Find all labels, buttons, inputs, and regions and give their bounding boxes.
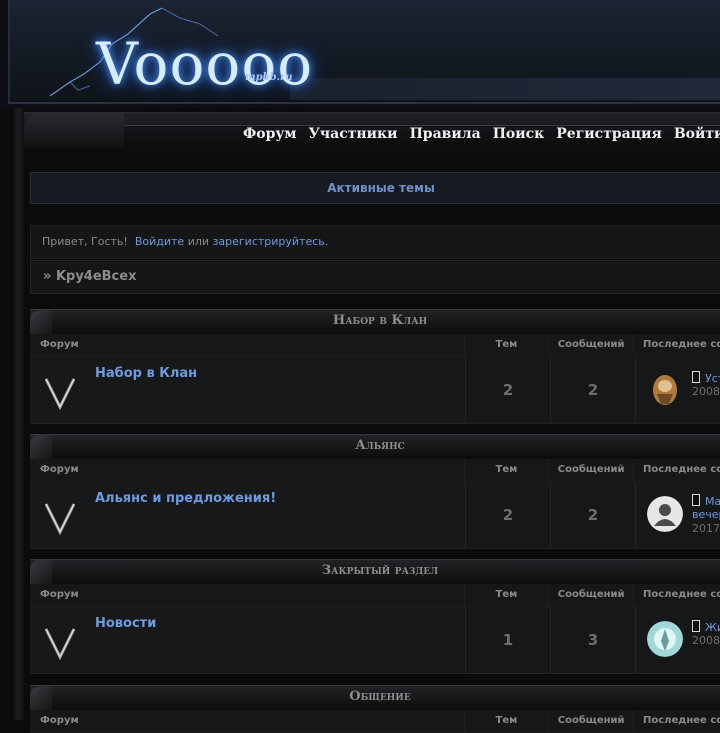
col-last-post: Последнее соо <box>633 710 720 732</box>
breadcrumb: » Kpy4eBcex <box>30 260 720 294</box>
forum-v-icon <box>44 378 76 411</box>
category-header: Общение <box>30 685 720 710</box>
forum-v-icon <box>44 628 76 661</box>
nav-rules[interactable]: Правила <box>410 126 481 142</box>
col-topics: Тем <box>463 459 549 481</box>
col-topics: Тем <box>463 710 549 732</box>
col-forum: Форум <box>40 464 79 475</box>
topics-count: 1 <box>465 607 550 673</box>
col-forum: Форум <box>40 339 79 350</box>
col-posts: Сообщений <box>548 584 633 606</box>
forum-cell: Набор в Клан <box>30 357 465 423</box>
register-link[interactable]: зарегистрируйтесь <box>213 235 325 248</box>
category-header: Набор в Клан <box>30 309 720 334</box>
login-link[interactable]: Войдите <box>135 235 184 248</box>
topics-count: 2 <box>465 357 550 423</box>
category-alliance: Альянс Форум Тем Сообщений Последнее соо… <box>30 434 720 549</box>
category-closed: Закрытый раздел Форум Тем Сообщений Посл… <box>30 559 720 674</box>
breadcrumb-current[interactable]: Kpy4eBcex <box>56 269 137 284</box>
nav-register[interactable]: Регистрация <box>556 126 662 142</box>
last-post-cell: Жизн 2008-1 <box>635 607 720 673</box>
last-post-cell: Mass вечер 2017-0 <box>635 482 720 548</box>
post-icon <box>692 494 700 506</box>
user-avatar[interactable] <box>647 621 683 657</box>
last-post-link[interactable]: Уста <box>692 371 720 385</box>
forum-row: Новости 1 3 Жизн 2008-1 <box>30 607 720 674</box>
col-topics: Тем <box>463 334 549 356</box>
posts-count: 3 <box>550 607 635 673</box>
last-post-date: 2008-1 <box>692 385 720 398</box>
column-headers: Форум Тем Сообщений Последнее соо <box>30 459 720 482</box>
forum-cell: Новости <box>30 607 465 673</box>
logo-subtext: mpbb.ru <box>245 72 293 83</box>
col-last-post: Последнее соо <box>633 334 720 356</box>
category-header: Закрытый раздел <box>30 559 720 584</box>
nav-forum[interactable]: Форум <box>243 126 297 142</box>
col-last-post: Последнее соо <box>633 459 720 481</box>
col-forum: Форум <box>40 715 79 726</box>
category-title: Альянс <box>355 438 405 453</box>
user-avatar-placeholder[interactable] <box>647 496 683 532</box>
forum-link[interactable]: Набор в Клан <box>95 366 197 381</box>
topics-count: 2 <box>465 482 550 548</box>
forum-row: Набор в Клан 2 2 Уста 2008-1 <box>30 357 720 424</box>
last-post-date: 2017-0 <box>692 522 720 535</box>
greeting-suffix: . <box>324 235 329 248</box>
col-last-post: Последнее соо <box>633 584 720 606</box>
greeting-prefix: Привет, Гость! <box>42 235 128 248</box>
column-headers: Форум Тем Сообщений Последнее соо <box>30 584 720 607</box>
forum-v-icon <box>44 503 76 536</box>
post-icon <box>692 620 700 632</box>
post-icon <box>692 371 700 383</box>
navbar-cap <box>24 112 124 148</box>
last-post-link-2[interactable]: вечер <box>692 508 720 521</box>
site-header: Vooooo mpbb.ru <box>0 0 720 108</box>
nav-search[interactable]: Поиск <box>493 126 545 142</box>
site-logo[interactable]: Vooooo <box>96 30 313 100</box>
main-nav: Форум Участники Правила Поиск Регистраци… <box>243 126 720 142</box>
user-avatar[interactable] <box>647 372 683 408</box>
col-forum: Форум <box>40 589 79 600</box>
posts-count: 2 <box>550 357 635 423</box>
forum-link[interactable]: Альянс и предложения! <box>95 491 276 506</box>
column-headers: Форум Тем Сообщений Последнее соо <box>30 710 720 733</box>
last-post-cell: Уста 2008-1 <box>635 357 720 423</box>
category-title: Общение <box>349 689 411 704</box>
greeting-or: или <box>187 235 210 248</box>
category-recruit: Набор в Клан Форум Тем Сообщений Последн… <box>30 309 720 424</box>
category-title: Набор в Клан <box>332 313 428 328</box>
last-post-link[interactable]: Жизн <box>692 620 720 634</box>
breadcrumb-arrow: » <box>43 269 52 284</box>
forum-link[interactable]: Новости <box>95 616 156 631</box>
col-posts: Сообщений <box>548 710 633 732</box>
last-post-date: 2008-1 <box>692 634 720 647</box>
forum-row: Альянс и предложения! 2 2 Mass вечер 201… <box>30 482 720 549</box>
category-header: Альянс <box>30 434 720 459</box>
left-border <box>14 108 24 720</box>
posts-count: 2 <box>550 482 635 548</box>
col-posts: Сообщений <box>548 459 633 481</box>
category-talk: Общение Форум Тем Сообщений Последнее со… <box>30 685 720 733</box>
col-posts: Сообщений <box>548 334 633 356</box>
category-title: Закрытый раздел <box>321 563 439 578</box>
guest-greeting: Привет, Гость! Войдите или зарегистрируй… <box>30 225 720 259</box>
col-topics: Тем <box>463 584 549 606</box>
nav-login[interactable]: Войти <box>674 126 720 142</box>
nav-members[interactable]: Участники <box>309 126 398 142</box>
forum-cell: Альянс и предложения! <box>30 482 465 548</box>
column-headers: Форум Тем Сообщений Последнее соо <box>30 334 720 357</box>
active-topics-link[interactable]: Активные темы <box>30 172 720 204</box>
last-post-link[interactable]: Mass <box>692 494 720 508</box>
